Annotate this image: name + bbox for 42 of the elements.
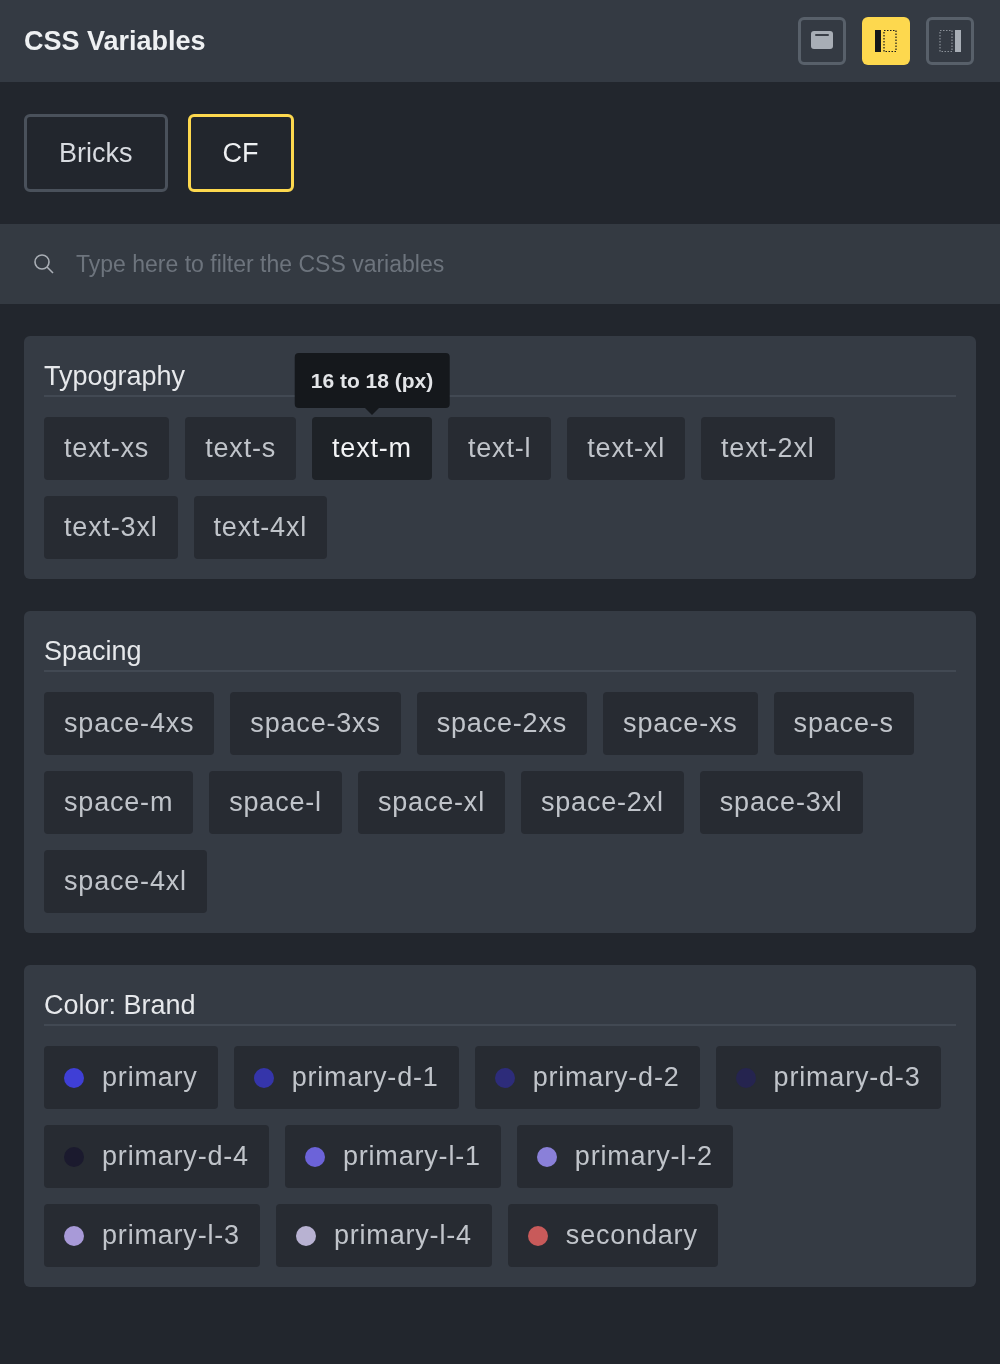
layout-icon [872, 27, 900, 55]
variable-chip[interactable]: text-m [312, 417, 432, 480]
variable-chip[interactable]: space-m [44, 771, 194, 834]
variable-chip[interactable]: text-s [185, 417, 297, 480]
variable-chip[interactable]: space-xs [603, 692, 758, 755]
variable-chip[interactable]: secondary [507, 1204, 718, 1267]
search-field[interactable]: Type here to filter the CSS variables [0, 224, 1000, 304]
variable-chip[interactable]: primary-l-2 [516, 1125, 733, 1188]
framework-tab[interactable]: Bricks [24, 114, 168, 192]
variable-chip[interactable]: space-3xs [230, 692, 401, 755]
variable-chip[interactable]: space-4xl [44, 850, 207, 913]
variable-chip[interactable]: primary-l-1 [284, 1125, 501, 1188]
variable-chip[interactable]: space-s [773, 692, 914, 755]
variable-chip[interactable]: space-4xs [44, 692, 215, 755]
variable-chip[interactable]: space-xl [357, 771, 505, 834]
variable-chip[interactable]: space-2xs [416, 692, 588, 755]
variable-chip[interactable]: text-xs [44, 417, 170, 480]
layout-icon [936, 27, 964, 55]
layout-button[interactable] [862, 17, 910, 65]
search-icon [32, 252, 56, 276]
variable-chip[interactable]: primary-l-4 [275, 1204, 492, 1267]
variable-chip[interactable]: primary-d-2 [474, 1046, 700, 1109]
tooltip-arrow [365, 408, 379, 415]
variable-chip[interactable]: space-3xl [699, 771, 863, 834]
tooltip: 16 to 18 (px) [294, 353, 450, 408]
variable-chip[interactable]: primary-l-3 [44, 1204, 260, 1267]
variable-chip[interactable]: text-4xl [193, 496, 328, 559]
variable-chip[interactable]: text-3xl [44, 496, 178, 559]
variable-chip[interactable]: primary-d-3 [715, 1046, 941, 1109]
variable-chip[interactable]: text-l [447, 417, 552, 480]
search-input[interactable]: Type here to filter the CSS variables [76, 246, 1000, 282]
variable-chip[interactable]: space-2xl [520, 771, 684, 834]
group-title: Color: Brand [44, 985, 956, 1026]
variable-chip[interactable]: primary-d-4 [44, 1125, 269, 1188]
group-title: Spacing [44, 631, 956, 672]
framework-tab[interactable]: CF [187, 114, 294, 192]
variable-chip[interactable]: primary [44, 1046, 218, 1109]
variable-chip[interactable]: primary-d-1 [233, 1046, 459, 1109]
panel-title: CSS Variables [24, 24, 206, 58]
variable-chip[interactable]: text-2xl [701, 417, 835, 480]
variable-chip[interactable]: space-l [209, 771, 342, 834]
variable-chip[interactable]: text-xl [567, 417, 685, 480]
